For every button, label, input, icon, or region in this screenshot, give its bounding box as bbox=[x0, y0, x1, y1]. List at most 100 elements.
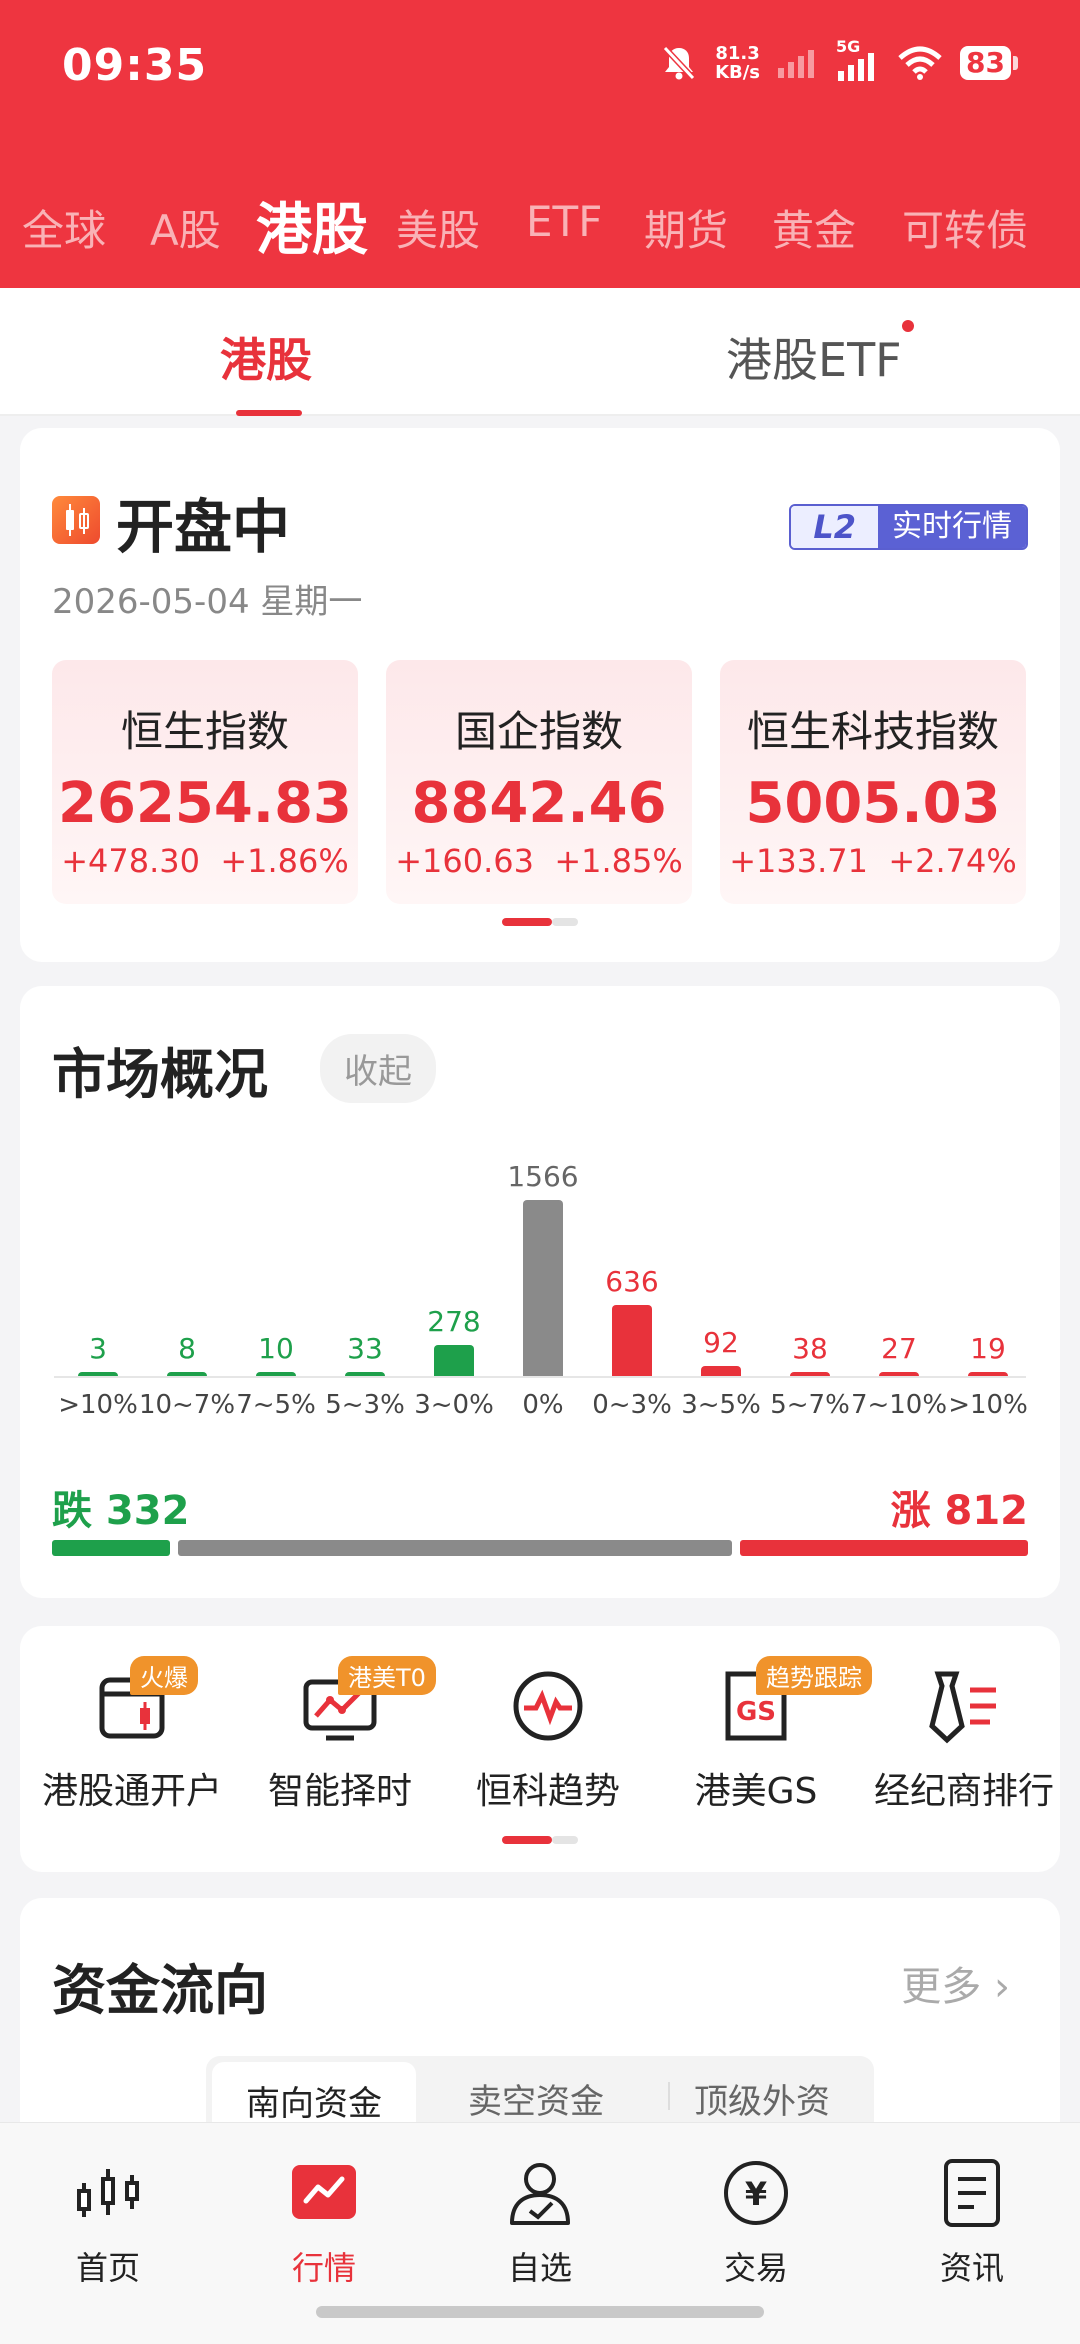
qa-smart-timing[interactable]: 智能择时 港美T0 bbox=[236, 1656, 444, 1814]
nav-watchlist[interactable]: 自选 bbox=[470, 2157, 610, 2289]
bar-value-label: 1566 bbox=[507, 1160, 579, 1193]
tab-top-foreign[interactable]: 顶级外资 bbox=[694, 2074, 830, 2123]
t0-badge: 港美T0 bbox=[338, 1656, 436, 1695]
qa-label: 智能择时 bbox=[267, 1771, 412, 1812]
bar-category-label: >10% bbox=[58, 1390, 138, 1420]
index-tile-hstech[interactable]: 恒生科技指数 5005.03 +133.71 +2.74% bbox=[720, 660, 1026, 904]
bar-value-label: 33 bbox=[347, 1332, 383, 1365]
bar-value-label: 38 bbox=[792, 1332, 828, 1365]
market-tabs: 全球 A股 港股 美股 ETF 期货 黄金 可转债 bbox=[0, 185, 1080, 265]
tab-us-shares[interactable]: 美股 bbox=[396, 197, 480, 258]
fund-flow-title: 资金流向 bbox=[52, 1959, 268, 2022]
svg-text:¥: ¥ bbox=[745, 2175, 767, 2213]
bar-1 bbox=[167, 1372, 207, 1376]
tab-gold[interactable]: 黄金 bbox=[772, 197, 856, 258]
status-icons: 81.3 KB/s 5G 83 bbox=[661, 37, 1018, 83]
bar-value-label: 636 bbox=[605, 1265, 659, 1298]
header: 09:35 81.3 KB/s 5G 83 全球 A股 港股 美股 ETF 期货 … bbox=[0, 0, 1080, 288]
tab-etf[interactable]: ETF bbox=[526, 197, 602, 246]
yen-circle-icon: ¥ bbox=[724, 2161, 788, 2225]
more-link[interactable]: 更多 › bbox=[901, 1954, 1010, 2012]
sub-tabs: 港股 港股ETF bbox=[0, 288, 1080, 416]
bar-8 bbox=[790, 1372, 830, 1376]
tab-short-selling[interactable]: 卖空资金 bbox=[468, 2074, 604, 2123]
pager-inactive bbox=[552, 918, 578, 926]
speed-unit: KB/s bbox=[715, 62, 761, 83]
tab-global[interactable]: 全球 bbox=[22, 197, 106, 258]
new-dot-badge bbox=[902, 320, 914, 332]
fund-flow-tabs: 南向资金 卖空资金 顶级外资 bbox=[206, 2056, 874, 2139]
pulse-circle-icon bbox=[513, 1671, 583, 1741]
index-change: +160.63 +1.85% bbox=[386, 842, 692, 880]
tab-a-shares[interactable]: A股 bbox=[150, 197, 221, 258]
index-name: 国企指数 bbox=[454, 707, 623, 756]
nav-home[interactable]: 首页 bbox=[38, 2157, 178, 2289]
bar-6 bbox=[612, 1305, 652, 1376]
qa-hk-connect-account[interactable]: 港股通开户 火爆 bbox=[28, 1656, 236, 1814]
battery-level: 83 bbox=[960, 46, 1011, 80]
distribution-chart: 3 >10% 8 10~7% 10 7~5% 33 5~3% 278 3~0% 1566 0% 636 0… bbox=[20, 986, 1060, 1420]
chart-baseline bbox=[54, 1376, 1026, 1378]
bar-2 bbox=[256, 1372, 296, 1376]
home-indicator[interactable] bbox=[316, 2306, 764, 2318]
signal-strong-icon bbox=[838, 53, 875, 81]
svg-text:GS: GS bbox=[736, 1697, 776, 1727]
qa-broker-ranking[interactable]: 经纪商排行 bbox=[860, 1656, 1068, 1814]
nav-trade[interactable]: ¥ 交易 bbox=[686, 2157, 826, 2289]
index-name: 恒生指数 bbox=[120, 707, 289, 756]
fall-count: 跌 332 bbox=[52, 1488, 190, 1534]
bar-7 bbox=[701, 1366, 741, 1376]
realtime-label: 实时行情 bbox=[878, 506, 1026, 548]
qa-label: 经纪商排行 bbox=[873, 1771, 1054, 1812]
index-value: 5005.03 bbox=[745, 771, 1001, 836]
tab-hk-shares[interactable]: 港股 bbox=[256, 185, 368, 265]
bar-value-label: 3 bbox=[89, 1332, 107, 1365]
bar-category-label: 10~7% bbox=[138, 1390, 236, 1420]
index-tile-hsi[interactable]: 恒生指数 26254.83 +478.30 +1.86% bbox=[52, 660, 358, 904]
bar-category-label: 0% bbox=[522, 1390, 564, 1420]
bar-5 bbox=[523, 1200, 563, 1376]
status-time: 09:35 bbox=[62, 40, 208, 91]
nav-market[interactable]: 行情 bbox=[254, 2157, 394, 2289]
tie-list-icon bbox=[929, 1671, 996, 1744]
index-change-pct: +1.85% bbox=[554, 842, 683, 880]
index-tile-hscei[interactable]: 国企指数 8842.46 +160.63 +1.85% bbox=[386, 660, 692, 904]
pager-inactive bbox=[552, 1836, 578, 1844]
trend-chart-icon bbox=[292, 2165, 356, 2219]
ratio-bar-flat bbox=[177, 1540, 733, 1556]
index-value: 26254.83 bbox=[57, 771, 353, 836]
subtab-hk-shares[interactable]: 港股 bbox=[220, 324, 312, 390]
tab-convertible-bonds[interactable]: 可转债 bbox=[902, 197, 1028, 258]
l2-label: L2 bbox=[791, 506, 878, 548]
index-value: 8842.46 bbox=[411, 771, 667, 836]
bar-value-label: 92 bbox=[703, 1326, 739, 1359]
fund-flow-card: 资金流向 更多 › 南向资金 卖空资金 顶级外资 bbox=[20, 1898, 1060, 2139]
subtab-hk-etf[interactable]: 港股ETF bbox=[726, 324, 902, 390]
tab-futures[interactable]: 期货 bbox=[644, 197, 728, 258]
nav-label: 交易 bbox=[723, 2249, 788, 2287]
bar-category-label: 3~5% bbox=[681, 1390, 761, 1420]
index-change-abs: +478.30 bbox=[61, 842, 200, 880]
nav-label: 资讯 bbox=[939, 2249, 1004, 2287]
pager-active bbox=[502, 1836, 552, 1844]
index-change-abs: +133.71 bbox=[729, 842, 868, 880]
status-bar: 09:35 81.3 KB/s 5G 83 bbox=[0, 0, 1080, 130]
index-change-pct: +1.86% bbox=[220, 842, 349, 880]
speed-value: 81.3 bbox=[715, 43, 760, 64]
nav-news[interactable]: 资讯 bbox=[902, 2157, 1042, 2289]
battery-indicator: 83 bbox=[960, 46, 1018, 80]
market-open-icon bbox=[52, 496, 100, 544]
index-card: 开盘中 2026-05-04 星期一 L2 实时行情 恒生指数 26254.83… bbox=[20, 428, 1060, 962]
signal-weak-icon bbox=[778, 50, 815, 78]
more-label: 更多 bbox=[901, 1964, 982, 2010]
bar-category-label: 3~0% bbox=[414, 1390, 494, 1420]
index-change-abs: +160.63 bbox=[395, 842, 534, 880]
rise-count: 涨 812 bbox=[890, 1488, 1028, 1534]
session-date: 2026-05-04 星期一 bbox=[52, 582, 363, 622]
qa-hkus-gs[interactable]: GS 港美GS 趋势跟踪 bbox=[652, 1656, 872, 1814]
bar-9 bbox=[879, 1372, 919, 1376]
l2-realtime-badge[interactable]: L2 实时行情 bbox=[789, 504, 1028, 550]
battery-tip-icon bbox=[1013, 56, 1018, 70]
qa-hstech-trend[interactable]: 恒科趋势 bbox=[444, 1656, 652, 1814]
index-change: +478.30 +1.86% bbox=[52, 842, 358, 880]
